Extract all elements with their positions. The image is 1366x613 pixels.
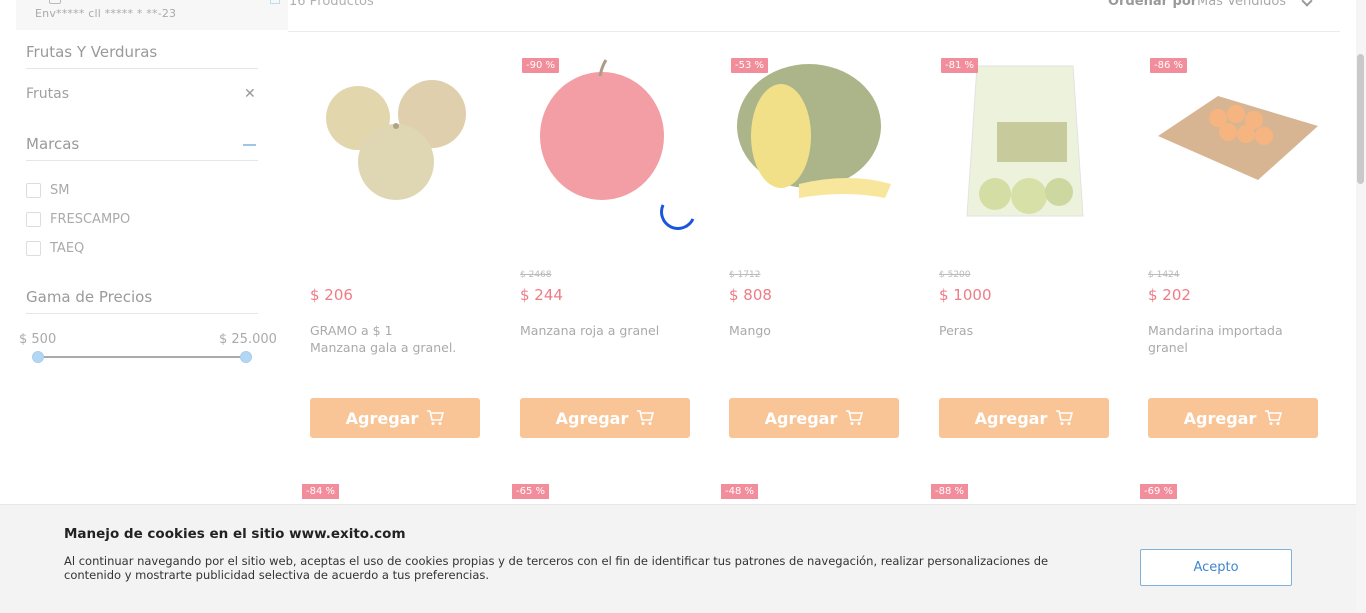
product-card[interactable]: $ 206 GRAMO a $ 1 Manzana gala a granel.… [310,56,482,441]
add-button-label: Agregar [555,408,629,428]
page-scrollbar[interactable] [1356,0,1366,613]
brand-option-taeq[interactable]: TAEQ [26,241,84,256]
collapse-icon[interactable] [243,144,256,146]
checkbox[interactable] [26,212,41,227]
divider [288,31,1340,32]
cookie-banner: Manejo de cookies en el sitio www.exito.… [0,504,1356,613]
discount-badge: -88 % [931,484,969,499]
brands-title[interactable]: Marcas [26,135,79,153]
product-image-mandarins[interactable] [1148,56,1320,226]
product-image-gala-apples[interactable] [310,56,482,226]
add-to-cart-button[interactable]: Agregar [939,398,1109,438]
price-slider-max-handle[interactable] [240,351,252,363]
product-name[interactable]: Manzana roja a granel [520,322,692,339]
add-to-cart-button[interactable]: Agregar [310,398,480,438]
add-button-label: Agregar [974,408,1048,428]
sort-label: Ordenar por [1108,0,1198,9]
brand-option-sm[interactable]: SM [26,183,69,198]
discount-badge: -84 % [302,484,340,499]
cookie-title: Manejo de cookies en el sitio www.exito.… [64,526,406,542]
divider [26,313,258,314]
add-button-label: Agregar [1183,408,1257,428]
cart-icon [637,410,655,425]
remove-filter-icon[interactable]: ✕ [244,86,256,102]
category-title[interactable]: Frutas Y Verduras [26,43,157,61]
divider [26,160,258,161]
discount-badge: -48 % [721,484,759,499]
product-name[interactable]: Mandarina importada granel [1148,322,1320,356]
product-old-price: $ 2468 [520,270,552,280]
add-to-cart-button[interactable]: Agregar [520,398,690,438]
brand-label: TAEQ [50,241,85,256]
price-range-title[interactable]: Gama de Precios [26,288,152,306]
price-slider-track[interactable] [38,356,246,358]
discount-badge: -69 % [1140,484,1178,499]
divider [26,68,258,69]
discount-badge: -65 % [512,484,550,499]
add-button-label: Agregar [764,408,838,428]
product-name[interactable]: Peras [939,322,1111,339]
cart-icon [1265,410,1283,425]
price-min-label: $ 500 [19,332,57,347]
cart-icon [427,410,445,425]
product-price: $ 1000 [939,286,992,304]
discount-badge: -53 % [731,58,769,73]
add-to-cart-button[interactable]: Agregar [729,398,899,438]
chevron-down-icon[interactable] [1301,0,1313,7]
cart-icon [1056,410,1074,425]
product-price: $ 808 [729,286,772,304]
discount-badge: -86 % [1150,58,1188,73]
product-price: $ 206 [310,286,353,304]
product-image-pears-bag[interactable] [939,56,1111,226]
product-card[interactable]: -90 % $ 2468 $ 244 Manzana roja a granel… [520,56,692,441]
checkbox[interactable] [26,241,41,256]
edit-icon[interactable] [270,0,280,4]
price-max-label: $ 25.000 [219,332,277,347]
product-count: 16 Productos [289,0,374,9]
discount-badge: -81 % [941,58,979,73]
scrollbar-thumb[interactable] [1357,54,1364,184]
product-price: $ 244 [520,286,563,304]
product-price: $ 202 [1148,286,1191,304]
product-old-price: $ 5200 [939,270,971,280]
product-card[interactable]: -81 % $ 5200 $ 1000 Peras Agregar [939,56,1111,441]
cart-icon [846,410,864,425]
brand-label: SM [50,183,70,198]
product-old-price: $ 1712 [729,270,761,280]
sort-select[interactable]: Más Vendidos [1197,0,1286,9]
accept-cookies-button[interactable]: Acepto [1140,549,1292,586]
product-card[interactable]: -53 % $ 1712 $ 808 Mango Agregar [729,56,901,441]
truck-icon [49,0,61,4]
product-card[interactable]: -86 % $ 1424 $ 202 Mandarina importada g… [1148,56,1320,441]
cookie-text: Al continuar navegando por el sitio web,… [64,554,1049,582]
add-button-label: Agregar [345,408,419,428]
add-to-cart-button[interactable]: Agregar [1148,398,1318,438]
brand-option-frescampo[interactable]: FRESCAMPO [26,212,130,227]
delivery-address: Env***** cll ***** * **-23 [35,7,177,20]
product-image-mango[interactable] [729,56,901,226]
product-name[interactable]: Mango [729,322,901,339]
brand-label: FRESCAMPO [50,212,131,227]
page: Env***** cll ***** * **-23 Frutas Y Verd… [0,0,1366,613]
product-old-price: $ 1424 [1148,270,1180,280]
discount-badge: -90 % [522,58,560,73]
product-name[interactable]: GRAMO a $ 1 Manzana gala a granel. [310,322,482,356]
price-slider-min-handle[interactable] [32,351,44,363]
active-filter-frutas[interactable]: Frutas [26,86,69,102]
checkbox[interactable] [26,183,41,198]
